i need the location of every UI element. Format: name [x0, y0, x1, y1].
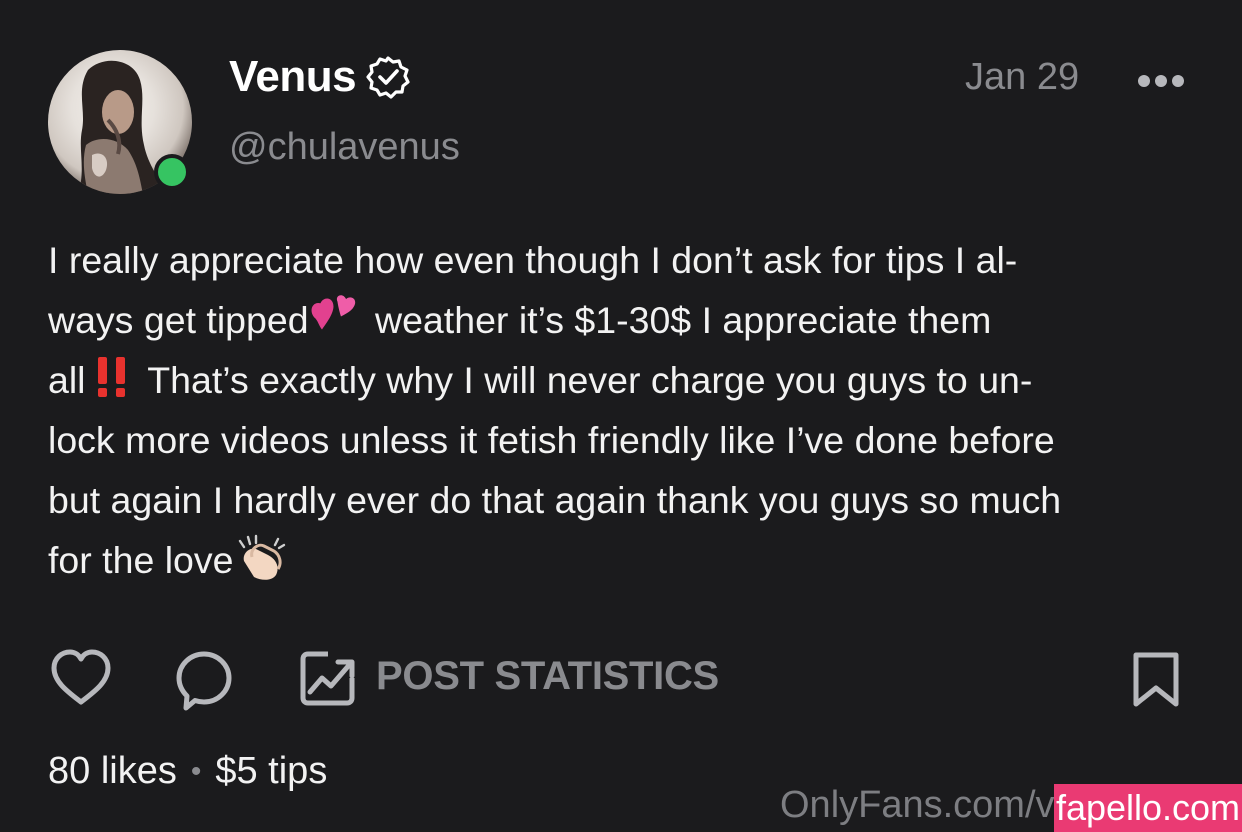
- post-card: Venus @chulavenus Jan 29 I really apprec…: [0, 0, 1242, 832]
- post-text-line: I really appreciate how even though I do…: [48, 239, 1018, 281]
- onlyfans-watermark: OnlyFans.com/venus: [780, 784, 1070, 826]
- post-text-line: for the love: [48, 530, 1208, 590]
- post-text-segment: ways get tipped: [48, 299, 309, 341]
- chart-icon[interactable]: [298, 648, 358, 708]
- more-options-icon[interactable]: [1138, 70, 1192, 92]
- online-status-indicator: [154, 154, 190, 190]
- post-text-segment: weather it’s $1-30$ I appreciate them: [364, 299, 992, 341]
- post-text-line: lock more videos unless it fetish friend…: [48, 419, 1055, 461]
- post-text-segment: all: [48, 359, 86, 401]
- post-text-line: all That’s exactly why I will never char…: [48, 350, 1208, 410]
- comment-icon[interactable]: [174, 648, 234, 712]
- tips-amount[interactable]: $5 tips: [215, 750, 327, 793]
- post-text-line: but again I hardly ever do that again th…: [48, 479, 1062, 521]
- post-text: I really appreciate how even though I do…: [48, 230, 1208, 590]
- post-actions: POST STATISTICS: [48, 648, 1198, 712]
- post-date: Jan 29: [965, 56, 1080, 98]
- two-hearts-emoji: [309, 295, 365, 335]
- post-text-line: ways get tipped weather it’s $1-30$ I ap…: [48, 290, 1208, 350]
- heart-icon[interactable]: [48, 648, 114, 708]
- bookmark-icon[interactable]: [1130, 650, 1182, 710]
- author-handle[interactable]: @chulavenus: [229, 126, 460, 169]
- author-name-text[interactable]: Venus: [229, 52, 357, 102]
- post-text-segment: That’s exactly why I will never charge y…: [137, 359, 1033, 401]
- post-text-segment: for the love: [48, 539, 234, 581]
- verified-badge-icon: [366, 56, 410, 99]
- clapping-hands-emoji: [234, 533, 288, 583]
- author-name[interactable]: Venus: [229, 52, 410, 102]
- separator-dot: •: [190, 754, 202, 788]
- post-statistics-button[interactable]: POST STATISTICS: [376, 654, 719, 699]
- fapello-watermark: fapello.com: [1054, 784, 1242, 832]
- double-exclamation-emoji: [86, 355, 138, 397]
- post-footer: 80 likes • $5 tips: [48, 750, 327, 793]
- likes-count[interactable]: 80 likes: [48, 750, 177, 793]
